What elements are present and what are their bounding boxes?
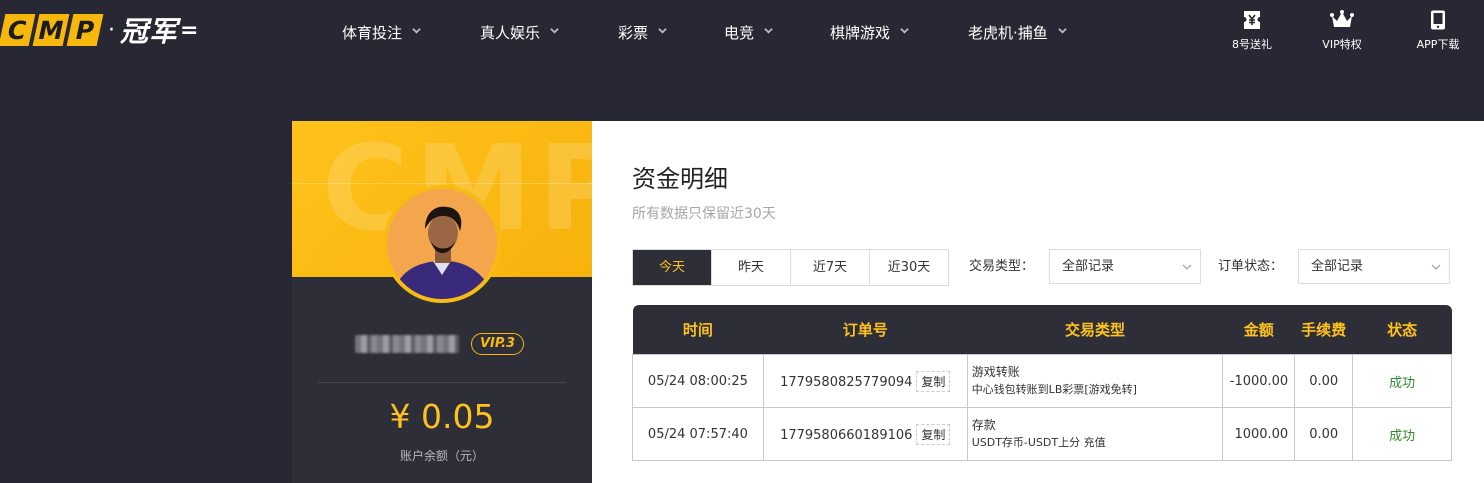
copy-button[interactable]: 复制 [916, 423, 951, 445]
header-fee: 手续费 [1294, 305, 1353, 355]
tab-last-7-days[interactable]: 近7天 [790, 250, 869, 285]
avatar[interactable] [383, 185, 501, 303]
crown-icon [1330, 10, 1354, 27]
nav-esports[interactable]: 电竞 [724, 0, 773, 64]
trade-type-value: 全部记录 [1062, 259, 1115, 274]
fund-records-table: 时间 订单号 交易类型 金额 手续费 状态 05/24 08:00:25 177… [632, 305, 1452, 461]
nav-sports-label: 体育投注 [342, 23, 403, 42]
logo-letter-m: M [32, 14, 70, 46]
trade-type-detail: 中心钱包转账到LB彩票[游戏免转] [971, 383, 1137, 396]
chevron-down-icon [764, 28, 773, 34]
header-status: 状态 [1352, 305, 1452, 355]
cell-time: 05/24 07:57:40 [632, 407, 764, 461]
vip-level-badge[interactable]: VIP.3 [471, 333, 525, 355]
chevron-down-icon [412, 28, 421, 34]
logo-dot: · [108, 17, 115, 43]
chevron-down-icon [550, 28, 559, 34]
order-status-label: 订单状态： [1218, 259, 1284, 274]
nav-live-casino-label: 真人娱乐 [480, 23, 541, 42]
trade-type-select[interactable]: 全部记录 [1049, 249, 1201, 284]
table-header-row: 时间 订单号 交易类型 金额 手续费 状态 [632, 305, 1452, 355]
username-masked [355, 335, 459, 353]
vip-link-label: VIP特权 [1322, 38, 1362, 51]
cell-status: 成功 [1352, 354, 1452, 408]
profile-divider [318, 382, 566, 383]
cell-amount: -1000.00 [1222, 354, 1296, 408]
chevron-down-icon [1431, 264, 1441, 270]
page-subtitle: 所有数据只保留近30天 [632, 206, 776, 222]
chevron-down-icon [658, 28, 667, 34]
trade-type-main: 存款 [971, 418, 996, 432]
logo-letter-p: P [66, 14, 104, 46]
avatar-image [387, 189, 497, 299]
nav-lottery-label: 彩票 [618, 23, 649, 42]
account-balance-label: 账户余额（元） [399, 449, 484, 463]
tab-last-30-days[interactable]: 近30天 [869, 250, 948, 285]
order-status-select[interactable]: 全部记录 [1298, 249, 1450, 284]
header-time: 时间 [632, 305, 764, 355]
tab-yesterday[interactable]: 昨天 [711, 250, 790, 285]
profile-panel: CMP VIP.3 ¥ 0.05 账户余额（元） [292, 121, 592, 483]
trade-type-main: 游戏转账 [971, 365, 1020, 379]
phone-icon [1431, 10, 1445, 30]
table-row: 05/24 07:57:40 1779580660189106 复制 存款 USD… [632, 407, 1452, 461]
chevron-down-icon [900, 28, 909, 34]
cell-time: 05/24 08:00:25 [632, 354, 764, 408]
chevron-down-icon [1182, 264, 1192, 270]
account-balance: ¥ 0.05 [389, 397, 495, 436]
banner-rule [292, 183, 592, 184]
cmp-logo[interactable]: C M P · 冠军 = [0, 13, 199, 48]
ticket-icon [1244, 11, 1260, 29]
cell-fee: 0.00 [1294, 407, 1354, 461]
logo-tail-mark: = [180, 17, 199, 43]
nav-sports[interactable]: 体育投注 [342, 0, 421, 64]
gift-link[interactable]: 8号送礼 [1212, 10, 1292, 52]
date-range-tabs: 今天 昨天 近7天 近30天 [632, 249, 949, 286]
copy-button[interactable]: 复制 [916, 370, 951, 392]
top-navigation-bar: C M P · 冠军 = 体育投注 真人娱乐 彩票 电竞 棋牌游戏 老虎机·捕鱼 [0, 0, 1484, 64]
cell-status: 成功 [1352, 407, 1452, 461]
cell-trade-type: 游戏转账 中心钱包转账到LB彩票[游戏免转] [966, 354, 1224, 408]
nav-card-games[interactable]: 棋牌游戏 [830, 0, 909, 64]
fund-details-panel: 资金明细 所有数据只保留近30天 今天 昨天 近7天 近30天 交易类型： 全部… [592, 121, 1484, 483]
app-download-link[interactable]: APP下载 [1398, 10, 1478, 52]
cell-fee: 0.00 [1294, 354, 1354, 408]
trade-type-detail: USDT存币-USDT上分 充值 [971, 436, 1106, 449]
trade-type-label: 交易类型： [969, 259, 1035, 274]
nav-card-games-label: 棋牌游戏 [830, 23, 891, 42]
nav-lottery[interactable]: 彩票 [618, 0, 667, 64]
cell-trade-type: 存款 USDT存币-USDT上分 充值 [966, 407, 1224, 461]
chevron-down-icon [1058, 28, 1067, 34]
header-trade-type: 交易类型 [967, 305, 1223, 355]
app-download-label: APP下载 [1416, 38, 1460, 51]
cell-order-no: 1779580825779094 复制 [762, 354, 968, 408]
page-title: 资金明细 [632, 165, 728, 193]
nav-slots-fishing[interactable]: 老虎机·捕鱼 [968, 0, 1067, 64]
vip-link[interactable]: VIP特权 [1302, 10, 1382, 52]
nav-esports-label: 电竞 [724, 23, 755, 42]
header-order-no: 订单号 [763, 305, 968, 355]
order-number: 1779580825779094 [780, 374, 913, 390]
cell-amount: 1000.00 [1222, 407, 1296, 461]
gift-link-label: 8号送礼 [1232, 38, 1272, 51]
order-status-value: 全部记录 [1311, 259, 1364, 274]
nav-slots-fishing-label: 老虎机·捕鱼 [968, 23, 1048, 42]
cell-order-no: 1779580660189106 复制 [762, 407, 968, 461]
logo-brand-text: 冠军 [120, 15, 179, 48]
username-row: VIP.3 [355, 331, 545, 357]
header-amount: 金额 [1222, 305, 1295, 355]
logo-letter-c: C [0, 14, 36, 46]
tab-today[interactable]: 今天 [633, 250, 711, 285]
table-row: 05/24 08:00:25 1779580825779094 复制 游戏转账 中… [632, 354, 1452, 408]
nav-live-casino[interactable]: 真人娱乐 [480, 0, 559, 64]
order-number: 1779580660189106 [780, 427, 913, 443]
